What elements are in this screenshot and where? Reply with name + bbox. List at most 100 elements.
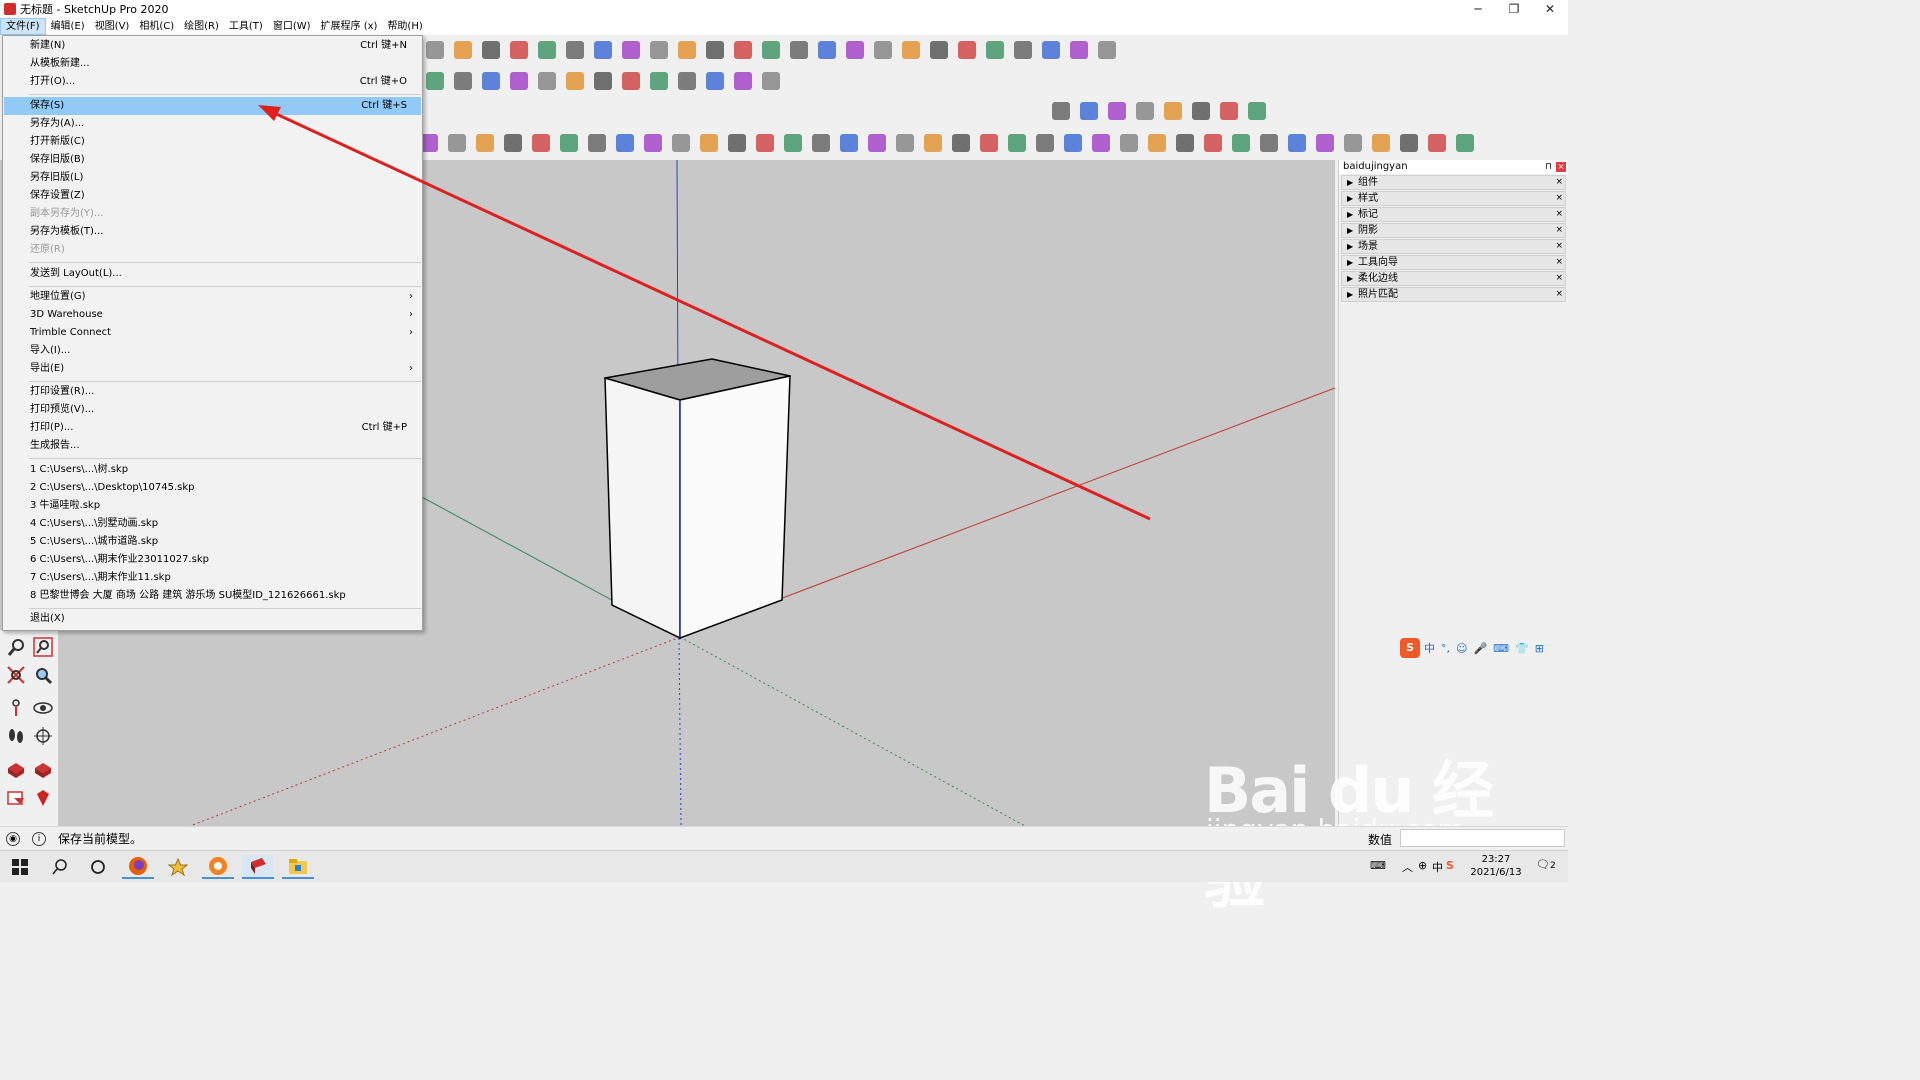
sandbox-tool-icon[interactable] — [1038, 37, 1064, 63]
menu-item-import[interactable]: 导入(I)... — [4, 342, 421, 360]
menu-item-send-to-layout[interactable]: 发送到 LayOut(L)... — [4, 265, 421, 283]
box-left-face[interactable] — [604, 376, 681, 640]
menu-item-3d-warehouse[interactable]: 3D Warehouse › — [4, 306, 421, 324]
warehouse-icon[interactable] — [4, 758, 28, 782]
menu-item-recent-file[interactable]: 6 C:\Users\...\期末作业23011027.skp — [4, 551, 421, 569]
box-right-face[interactable] — [679, 375, 791, 640]
network-icon[interactable]: ⊕ — [1418, 859, 1427, 872]
main-tool-icon[interactable] — [752, 130, 778, 156]
tray-panel-components[interactable]: ▶ 组件 × — [1341, 175, 1566, 190]
main-tool-icon[interactable] — [1032, 130, 1058, 156]
menu-window[interactable]: 窗口(W) — [268, 18, 316, 35]
main-tool-icon[interactable] — [444, 130, 470, 156]
menu-item-print[interactable]: 打印(P)... Ctrl 键+P — [4, 419, 421, 437]
panel-close-icon[interactable]: × — [1555, 224, 1563, 237]
main-tool-icon[interactable] — [1312, 130, 1338, 156]
ime-voice-icon[interactable]: 🎤 — [1473, 642, 1487, 655]
sandbox-tool-icon[interactable] — [422, 37, 448, 63]
panel-close-icon[interactable]: × — [1555, 176, 1563, 189]
ime-indicator[interactable]: 中 — [1432, 859, 1443, 875]
section-plane-icon[interactable] — [31, 724, 55, 748]
main-tool-icon[interactable] — [892, 130, 918, 156]
menu-item-save[interactable]: 保存(S) Ctrl 键+S — [4, 97, 421, 115]
view-tool-icon[interactable] — [1188, 98, 1214, 124]
keyboard-tray-icon[interactable]: ⌨ — [1370, 859, 1386, 872]
sandbox-tool-icon[interactable] — [1010, 37, 1036, 63]
main-tool-icon[interactable] — [584, 130, 610, 156]
menu-item-save-as-legacy[interactable]: 另存旧版(L) — [4, 169, 421, 187]
edit-tool-icon[interactable] — [422, 68, 448, 94]
previous-view-icon[interactable] — [31, 663, 55, 687]
main-tool-icon[interactable] — [1228, 130, 1254, 156]
menu-item-open[interactable]: 打开(O)... Ctrl 键+O — [4, 73, 421, 91]
view-tool-icon[interactable] — [1104, 98, 1130, 124]
ime-chinese-mode[interactable]: 中 — [1424, 640, 1435, 656]
main-tool-icon[interactable] — [1116, 130, 1142, 156]
edit-tool-icon[interactable] — [618, 68, 644, 94]
zoom-window-icon[interactable] — [31, 635, 55, 659]
panel-close-icon[interactable]: × — [1555, 192, 1563, 205]
cortana-icon[interactable] — [82, 855, 114, 879]
menu-item-open-newer[interactable]: 打开新版(C) — [4, 133, 421, 151]
position-camera-icon[interactable] — [4, 696, 28, 720]
zoom-icon[interactable] — [4, 635, 28, 659]
main-tool-icon[interactable] — [696, 130, 722, 156]
view-tool-icon[interactable] — [1160, 98, 1186, 124]
tray-panel-styles[interactable]: ▶ 样式 × — [1341, 191, 1566, 206]
sandbox-tool-icon[interactable] — [758, 37, 784, 63]
menu-item-recent-file[interactable]: 3 牛逼哇啦.skp — [4, 497, 421, 515]
sandbox-tool-icon[interactable] — [954, 37, 980, 63]
menu-item-save-as-template[interactable]: 另存为模板(T)... — [4, 223, 421, 241]
main-tool-icon[interactable] — [528, 130, 554, 156]
tray-panel-shadows[interactable]: ▶ 阴影 × — [1341, 223, 1566, 238]
main-tool-icon[interactable] — [808, 130, 834, 156]
tray-panel-match-photo[interactable]: ▶ 照片匹配 × — [1341, 287, 1566, 302]
main-tool-icon[interactable] — [1368, 130, 1394, 156]
sandbox-tool-icon[interactable] — [842, 37, 868, 63]
edit-tool-icon[interactable] — [478, 68, 504, 94]
zoom-extents-icon[interactable] — [4, 663, 28, 687]
edit-tool-icon[interactable] — [506, 68, 532, 94]
menu-extensions[interactable]: 扩展程序 (x) — [316, 18, 383, 35]
edit-tool-icon[interactable] — [562, 68, 588, 94]
taskbar-clock[interactable]: 23:27 2021/6/13 — [1466, 853, 1526, 879]
main-tool-icon[interactable] — [724, 130, 750, 156]
tray-panel-instructor[interactable]: ▶ 工具向导 × — [1341, 255, 1566, 270]
tray-panel-scenes[interactable]: ▶ 场景 × — [1341, 239, 1566, 254]
ime-toolbox-icon[interactable]: ⊞ — [1535, 642, 1544, 655]
view-tool-icon[interactable] — [1132, 98, 1158, 124]
view-tool-icon[interactable] — [1216, 98, 1242, 124]
menu-item-save-legacy[interactable]: 保存旧版(B) — [4, 151, 421, 169]
edit-tool-icon[interactable] — [534, 68, 560, 94]
sandbox-tool-icon[interactable] — [674, 37, 700, 63]
measurements-input[interactable] — [1400, 829, 1565, 847]
main-tool-icon[interactable] — [1452, 130, 1478, 156]
menu-item-new-from-template[interactable]: 从模板新建... — [4, 55, 421, 73]
main-tool-icon[interactable] — [1340, 130, 1366, 156]
maximize-button[interactable]: ❐ — [1496, 0, 1532, 18]
panel-close-icon[interactable]: × — [1555, 240, 1563, 253]
walk-icon[interactable] — [4, 724, 28, 748]
search-icon[interactable] — [44, 855, 76, 879]
sandbox-tool-icon[interactable] — [926, 37, 952, 63]
send-to-layout-icon[interactable] — [4, 786, 28, 810]
menu-item-recent-file[interactable]: 8 巴黎世博会 大厦 商场 公路 建筑 游乐场 SU模型ID_121626661… — [4, 587, 421, 605]
main-tool-icon[interactable] — [920, 130, 946, 156]
menu-item-generate-report[interactable]: 生成报告... — [4, 437, 421, 455]
edit-tool-icon[interactable] — [730, 68, 756, 94]
sketchup-taskbar-icon[interactable] — [242, 855, 274, 879]
menu-help[interactable]: 帮助(H) — [382, 18, 427, 35]
main-tool-icon[interactable] — [864, 130, 890, 156]
main-tool-icon[interactable] — [780, 130, 806, 156]
sandbox-tool-icon[interactable] — [450, 37, 476, 63]
main-tool-icon[interactable] — [1424, 130, 1450, 156]
sandbox-tool-icon[interactable] — [562, 37, 588, 63]
minimize-button[interactable]: ─ — [1460, 0, 1496, 18]
extension-warehouse-icon[interactable] — [31, 758, 55, 782]
close-button[interactable]: ✕ — [1532, 0, 1568, 18]
menu-item-geo-location[interactable]: 地理位置(G) › — [4, 288, 421, 306]
main-tool-icon[interactable] — [1088, 130, 1114, 156]
main-tool-icon[interactable] — [472, 130, 498, 156]
sogou-logo-icon[interactable]: S — [1400, 638, 1420, 658]
menu-camera[interactable]: 相机(C) — [134, 18, 179, 35]
